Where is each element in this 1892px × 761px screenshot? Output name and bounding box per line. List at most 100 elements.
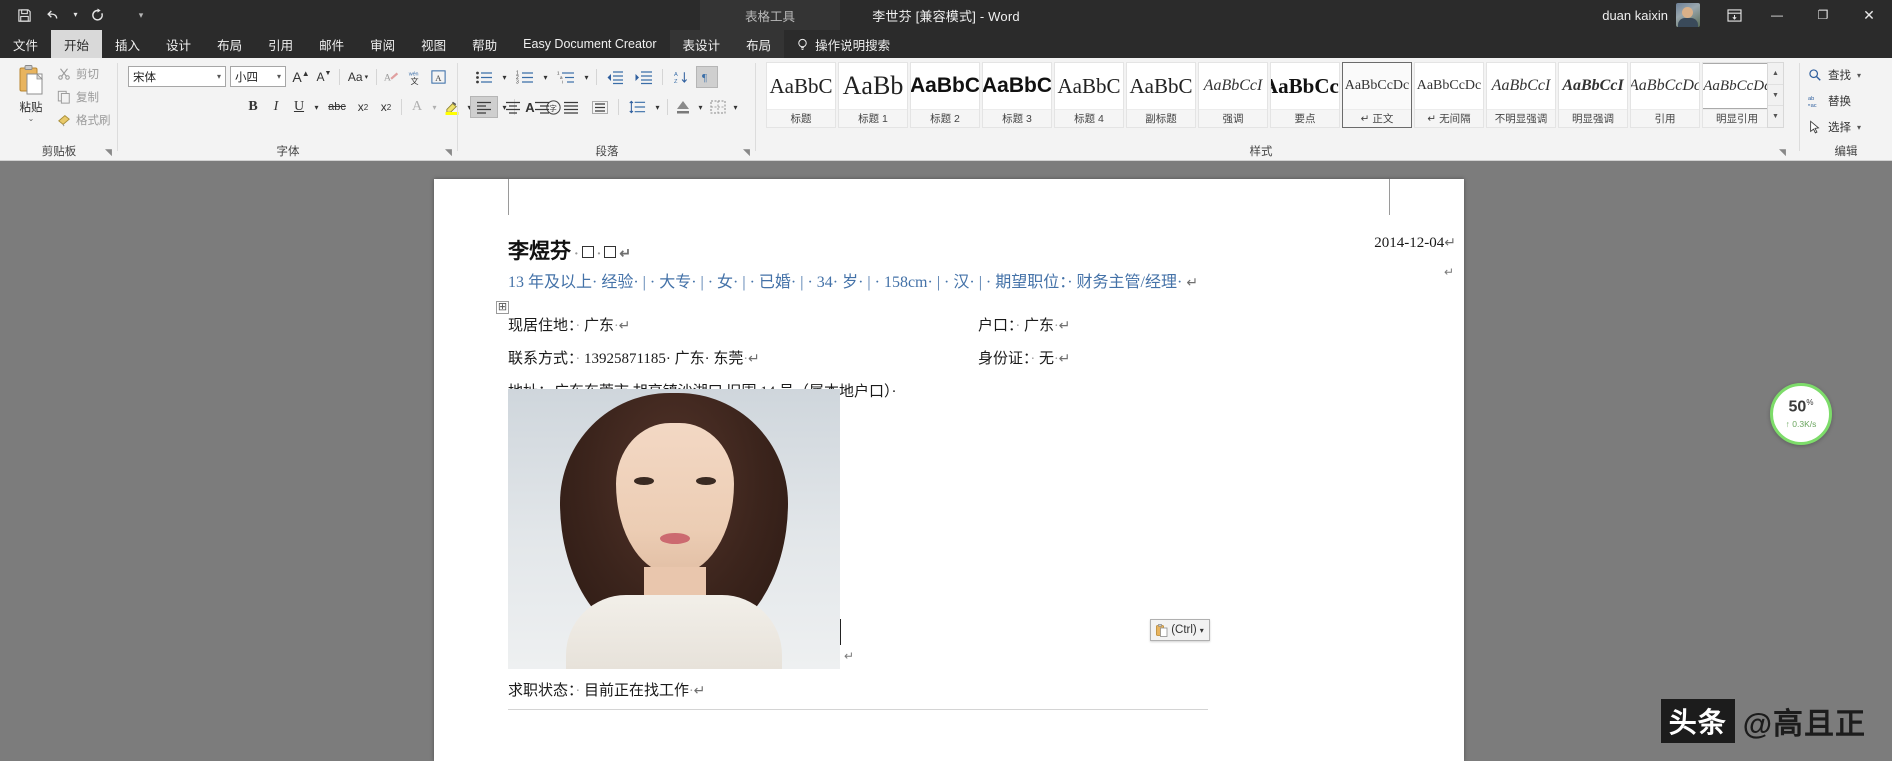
styles-more-icon[interactable]: ▼: [1768, 106, 1783, 127]
find-button[interactable]: 查找 ▾: [1808, 64, 1861, 86]
strikethrough-button[interactable]: abc: [323, 96, 351, 118]
document-canvas[interactable]: 李煜芬 · · ↵ 13 年及以上· 经验· | · 大专· | · 女· | …: [0, 161, 1892, 761]
shrink-font-button[interactable]: A ▼: [313, 66, 335, 88]
tab-开始[interactable]: 开始: [51, 30, 103, 58]
style-tile[interactable]: AaBbC 副标题: [1126, 62, 1196, 128]
bullets-dropdown-icon[interactable]: ▾: [499, 66, 510, 88]
style-tile[interactable]: AaBbC 标题 4: [1054, 62, 1124, 128]
character-border-button[interactable]: A: [427, 66, 449, 88]
document-page[interactable]: 李煜芬 · · ↵ 13 年及以上· 经验· | · 大专· | · 女· | …: [434, 179, 1464, 761]
style-tile[interactable]: AaBbCcI 强调: [1198, 62, 1268, 128]
clipboard-dialog-launcher[interactable]: ◥: [103, 147, 114, 158]
select-dropdown-icon[interactable]: ▾: [1857, 123, 1861, 132]
change-case-button[interactable]: Aa ▾: [344, 66, 372, 88]
bold-button[interactable]: B: [242, 96, 264, 118]
tab-审阅[interactable]: 审阅: [357, 30, 408, 58]
grow-font-button[interactable]: A ▲: [290, 66, 312, 88]
styles-scroll-down-icon[interactable]: ▼: [1768, 85, 1783, 107]
speed-widget[interactable]: 50% ↑ 0.3K/s: [1770, 383, 1832, 445]
tab-布局[interactable]: 布局: [204, 30, 255, 58]
tab-设计[interactable]: 设计: [153, 30, 204, 58]
tab-插入[interactable]: 插入: [102, 30, 153, 58]
select-button[interactable]: 选择 ▾: [1808, 116, 1861, 138]
numbering-button[interactable]: 123: [511, 66, 539, 88]
multilevel-dropdown-icon[interactable]: ▾: [581, 66, 592, 88]
style-name: ↵ 无间隔: [1415, 109, 1483, 127]
document-content[interactable]: 李煜芬 · · ↵ 13 年及以上· 经验· | · 大专· | · 女· | …: [508, 235, 1398, 400]
font-dialog-launcher[interactable]: ◥: [443, 147, 454, 158]
font-size-combobox[interactable]: 小四 ▾: [230, 66, 286, 87]
placeholder-box-icon: [581, 246, 594, 258]
phonetic-guide-button[interactable]: wén 文: [404, 66, 426, 88]
table-move-handle[interactable]: ⊞: [496, 301, 509, 314]
tab-easy-document-creator[interactable]: Easy Document Creator: [510, 30, 669, 58]
style-tile[interactable]: AaBb 标题 1: [838, 62, 908, 128]
styles-scroll-up-icon[interactable]: ▲: [1768, 63, 1783, 85]
replace-button[interactable]: ab ac 替换: [1808, 90, 1861, 112]
paste-options-button[interactable]: (Ctrl) ▾: [1150, 619, 1210, 641]
account-name[interactable]: duan kaixin: [1602, 8, 1668, 23]
avatar[interactable]: [1676, 3, 1700, 27]
style-tile[interactable]: AaBbCcDc ↵ 正文: [1342, 62, 1412, 128]
paste-button[interactable]: 粘贴 ⌄: [8, 64, 54, 136]
style-tile[interactable]: AaBbC 标题: [766, 62, 836, 128]
chevron-down-icon[interactable]: ▾: [1200, 626, 1204, 635]
sort-button[interactable]: AZ: [667, 66, 695, 88]
close-button[interactable]: ✕: [1846, 0, 1892, 30]
styles-gallery-scrollbar[interactable]: ▲ ▼ ▼: [1767, 62, 1784, 128]
numbering-dropdown-icon[interactable]: ▾: [540, 66, 551, 88]
style-tile[interactable]: AaBbCcI 要点: [1270, 62, 1340, 128]
text-effects-button[interactable]: A: [406, 96, 428, 118]
format-painter-button[interactable]: 格式刷: [56, 110, 111, 130]
style-tile[interactable]: AaBbCcDc 引用: [1630, 62, 1700, 128]
tell-me-box[interactable]: 操作说明搜索: [784, 30, 902, 58]
line-spacing-button[interactable]: [623, 96, 651, 118]
tab-布局[interactable]: 布局: [733, 30, 785, 58]
minimize-button[interactable]: —: [1754, 0, 1800, 30]
font-family-combobox[interactable]: 宋体 ▾: [128, 66, 226, 87]
increase-indent-button[interactable]: [630, 66, 658, 88]
align-right-button[interactable]: [528, 96, 556, 118]
tab-表设计[interactable]: 表设计: [669, 30, 734, 58]
multilevel-list-button[interactable]: 1ai: [552, 66, 580, 88]
shading-button[interactable]: [672, 96, 694, 118]
borders-dropdown-icon[interactable]: ▾: [730, 96, 741, 118]
style-tile[interactable]: AaBbCcI 明显强调: [1558, 62, 1628, 128]
line-spacing-dropdown-icon[interactable]: ▾: [652, 96, 663, 118]
distributed-button[interactable]: [586, 96, 614, 118]
subscript-button[interactable]: x2: [352, 96, 374, 118]
shading-dropdown-icon[interactable]: ▾: [695, 96, 706, 118]
clear-formatting-button[interactable]: A: [381, 66, 403, 88]
maximize-button[interactable]: ❐: [1800, 0, 1846, 30]
style-tile[interactable]: AaBbCcDc 明显引用: [1702, 62, 1772, 128]
style-tile[interactable]: AaBbCcDc ↵ 无间隔: [1414, 62, 1484, 128]
tab-视图[interactable]: 视图: [408, 30, 459, 58]
style-tile[interactable]: AaBbC 标题 3: [982, 62, 1052, 128]
tab-邮件[interactable]: 邮件: [306, 30, 357, 58]
superscript-button[interactable]: x2: [375, 96, 397, 118]
paragraph-dialog-launcher[interactable]: ◥: [741, 147, 752, 158]
find-dropdown-icon[interactable]: ▾: [1857, 71, 1861, 80]
tab-引用[interactable]: 引用: [255, 30, 306, 58]
styles-dialog-launcher[interactable]: ◥: [1777, 147, 1788, 158]
decrease-indent-button[interactable]: [601, 66, 629, 88]
cut-button[interactable]: 剪切: [56, 64, 111, 84]
underline-dropdown-icon[interactable]: ▾: [311, 96, 322, 118]
style-tile[interactable]: AaBbCcI 不明显强调: [1486, 62, 1556, 128]
text-effects-dropdown-icon[interactable]: ▾: [429, 96, 440, 118]
justify-button[interactable]: [557, 96, 585, 118]
paste-dropdown-icon[interactable]: ⌄: [28, 115, 35, 123]
show-formatting-marks-button[interactable]: ¶: [696, 66, 718, 88]
bullets-button[interactable]: [470, 66, 498, 88]
borders-button[interactable]: [707, 96, 729, 118]
applicant-photo[interactable]: [508, 389, 840, 669]
tab-帮助[interactable]: 帮助: [459, 30, 510, 58]
copy-button[interactable]: 复制: [56, 87, 111, 107]
align-left-button[interactable]: [470, 96, 498, 118]
ribbon-display-options-icon[interactable]: [1714, 0, 1754, 30]
italic-button[interactable]: I: [265, 96, 287, 118]
align-center-button[interactable]: [499, 96, 527, 118]
underline-button[interactable]: U: [288, 96, 310, 118]
tab-文件[interactable]: 文件: [0, 30, 51, 58]
style-tile[interactable]: AaBbC 标题 2: [910, 62, 980, 128]
